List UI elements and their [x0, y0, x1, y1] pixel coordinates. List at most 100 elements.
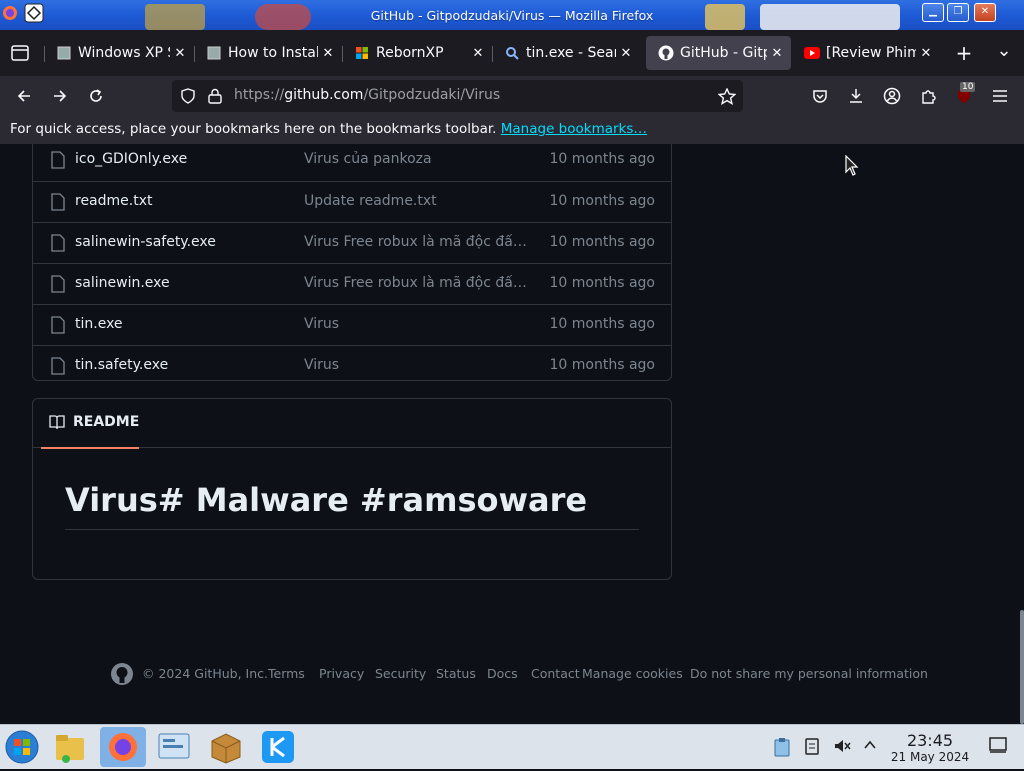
window-titlebar: GitHub - Gitpodzudaki/Virus — Mozilla Fi…	[0, 0, 1024, 30]
extensions-button[interactable]	[916, 84, 940, 108]
commit-date: 10 months ago	[549, 193, 655, 209]
table-row[interactable]: tin.safety.exe Virus 10 months ago	[33, 345, 671, 387]
commit-message-link[interactable]: Virus	[304, 357, 532, 373]
tab-label: How to Install	[228, 45, 318, 61]
tab-rebornxp[interactable]: RebornXP ✕	[342, 36, 492, 70]
downloads-button[interactable]	[844, 84, 868, 108]
page-icon	[56, 45, 72, 61]
shield-icon[interactable]	[180, 88, 196, 104]
commit-date: 10 months ago	[549, 151, 655, 167]
bookmarks-toolbar: For quick access, place your bookmarks h…	[0, 116, 1024, 144]
start-menu-icon[interactable]	[4, 729, 40, 765]
lock-icon[interactable]	[208, 88, 222, 104]
table-row[interactable]: ico_GDIOnly.exe Virus của pankoza 10 mon…	[33, 144, 671, 181]
reload-button[interactable]	[84, 84, 108, 108]
star-bookmark-icon[interactable]	[718, 88, 736, 105]
back-button[interactable]	[12, 84, 36, 108]
tab-search[interactable]: tin.exe - Sear ✕	[492, 36, 640, 70]
tab-youtube[interactable]: [Review Phim ✕	[792, 36, 940, 70]
commit-message-link[interactable]: Virus	[304, 316, 532, 332]
maximize-button[interactable]: ❐	[947, 3, 969, 22]
navigation-toolbar: https://github.com/Gitpodzudaki/Virus 10	[0, 76, 1024, 116]
footer-link-contact[interactable]: Contact	[531, 666, 580, 681]
firefox-view-icon[interactable]	[8, 41, 32, 65]
chevron-up-icon[interactable]	[860, 737, 880, 757]
commit-message-link[interactable]: Virus của pankoza	[304, 151, 532, 167]
ublock-extension-button[interactable]: 10	[952, 82, 976, 108]
commit-date: 10 months ago	[549, 275, 655, 291]
tab-windows-xp[interactable]: Windows XP S ✕	[44, 36, 194, 70]
footer-link-manage-cookies[interactable]: Manage cookies	[582, 666, 683, 681]
close-tab-icon[interactable]: ✕	[318, 46, 338, 61]
bookmarks-hint: For quick access, place your bookmarks h…	[10, 121, 647, 137]
github-logo-icon[interactable]	[110, 662, 134, 686]
footer-link-status[interactable]: Status	[436, 666, 476, 681]
list-all-tabs-button[interactable]: ⌄	[992, 38, 1016, 62]
table-row[interactable]: salinewin-safety.exe Virus Free robux là…	[33, 222, 671, 264]
close-tab-icon[interactable]: ✕	[468, 46, 488, 61]
footer-link-do-not-share[interactable]: Do not share my personal information	[690, 666, 928, 681]
windows-flag-icon	[354, 45, 370, 61]
file-name-link[interactable]: salinewin.exe	[75, 275, 170, 291]
commit-date: 10 months ago	[549, 234, 655, 250]
file-icon	[51, 275, 65, 293]
readme-heading: Virus# Malware #ramsoware	[65, 481, 639, 530]
firefox-taskbar-button[interactable]	[100, 727, 146, 767]
tab-label: tin.exe - Sear	[526, 45, 616, 61]
tab-bar: Windows XP S ✕ How to Install ✕ RebornXP…	[0, 30, 1024, 76]
file-manager-icon[interactable]	[52, 729, 88, 765]
table-row[interactable]: tin.exe Virus 10 months ago	[33, 304, 671, 346]
mouse-cursor-icon	[845, 155, 859, 176]
pocket-button[interactable]	[808, 84, 832, 108]
account-icon	[883, 87, 901, 105]
close-window-button[interactable]: ✕	[974, 3, 996, 22]
footer-link-docs[interactable]: Docs	[487, 666, 518, 681]
app-menu-button[interactable]	[988, 84, 1012, 108]
file-name-link[interactable]: ico_GDIOnly.exe	[75, 151, 187, 167]
show-desktop-icon[interactable]	[988, 737, 1008, 757]
commit-date: 10 months ago	[549, 316, 655, 332]
new-tab-button[interactable]: +	[952, 41, 976, 65]
file-name-link[interactable]: readme.txt	[75, 193, 153, 209]
footer-link-security[interactable]: Security	[375, 666, 426, 681]
battery-notes-icon[interactable]	[802, 737, 822, 757]
file-name-link[interactable]: salinewin-safety.exe	[75, 234, 216, 250]
table-row[interactable]: salinewin.exe Virus Free robux là mã độc…	[33, 263, 671, 305]
close-tab-icon[interactable]: ✕	[767, 46, 787, 61]
clipboard-icon[interactable]	[772, 737, 792, 757]
footer-link-privacy[interactable]: Privacy	[319, 666, 364, 681]
tab-github[interactable]: GitHub - Gitpo ✕	[646, 36, 791, 70]
footer-copyright: © 2024 GitHub, Inc.	[142, 666, 268, 681]
arrow-right-icon	[54, 90, 67, 102]
taskbar: 23:45 21 May 2024	[0, 724, 1024, 769]
readme-tab-label: README	[73, 414, 140, 430]
footer-link-terms[interactable]: Terms	[268, 666, 305, 681]
table-row[interactable]: readme.txt Update readme.txt 10 months a…	[33, 181, 671, 223]
commit-message-link[interactable]: Virus Free robux là mã độc đấy.Đừng tải	[304, 234, 532, 250]
volume-muted-icon[interactable]	[832, 737, 852, 757]
close-tab-icon[interactable]: ✕	[916, 46, 936, 61]
readme-tab[interactable]: README	[41, 399, 139, 449]
forward-button[interactable]	[48, 84, 72, 108]
manage-bookmarks-link[interactable]: Manage bookmarks…	[501, 121, 647, 137]
url-bar[interactable]: https://github.com/Gitpodzudaki/Virus	[172, 80, 743, 112]
file-icon	[51, 357, 65, 375]
account-button[interactable]	[880, 84, 904, 108]
clock-date: 21 May 2024	[890, 750, 970, 764]
commit-message-link[interactable]: Update readme.txt	[304, 193, 532, 209]
close-tab-icon[interactable]: ✕	[170, 46, 190, 61]
commit-message-link[interactable]: Virus Free robux là mã độc đấy.Đừng tải	[304, 275, 532, 291]
tab-label: [Review Phim	[826, 45, 916, 61]
page-scrollbar[interactable]	[1020, 610, 1024, 724]
kde-menu-icon[interactable]	[260, 729, 296, 765]
settings-panel-icon[interactable]	[156, 729, 192, 765]
file-name-link[interactable]: tin.exe	[75, 316, 123, 332]
package-installer-icon[interactable]	[208, 729, 244, 765]
file-icon	[51, 193, 65, 211]
puzzle-icon	[922, 90, 936, 104]
file-name-link[interactable]: tin.safety.exe	[75, 357, 168, 373]
taskbar-clock[interactable]: 23:45 21 May 2024	[888, 731, 972, 764]
minimize-button[interactable]: ▁	[922, 3, 944, 22]
tab-how-to-install[interactable]: How to Install ✕	[194, 36, 342, 70]
close-tab-icon[interactable]: ✕	[616, 46, 636, 61]
